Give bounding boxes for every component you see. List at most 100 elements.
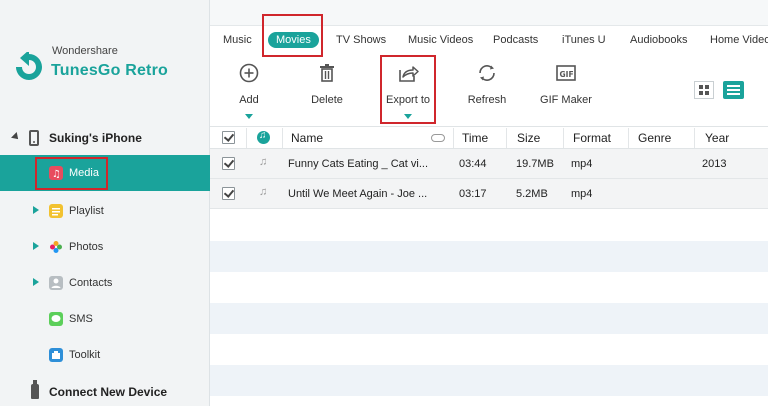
empty-row	[210, 210, 768, 241]
sidebar-item-label: SMS	[69, 313, 93, 325]
empty-row	[210, 365, 768, 396]
device-name: Suking's iPhone	[49, 131, 142, 145]
refresh-icon	[479, 65, 495, 81]
add-icon	[239, 63, 259, 83]
row-checkbox[interactable]	[222, 157, 235, 170]
sidebar-item-label: Photos	[69, 241, 104, 253]
photos-icon	[49, 240, 63, 254]
gif-icon: GIF	[556, 65, 576, 81]
column-separator	[506, 128, 507, 148]
sidebar-item-contacts[interactable]: Contacts	[0, 265, 210, 301]
column-genre[interactable]: Genre	[638, 131, 671, 145]
column-time[interactable]: Time	[462, 131, 488, 145]
grid-view-icon	[699, 85, 703, 89]
music-note-icon: ♫	[259, 156, 268, 168]
grid-view-icon	[705, 91, 709, 95]
expand-arrow-icon[interactable]	[33, 278, 39, 286]
sidebar-item-label: Toolkit	[69, 349, 101, 361]
delete-label: Delete	[311, 94, 343, 106]
column-format[interactable]: Format	[573, 131, 611, 145]
column-year[interactable]: Year	[705, 131, 729, 145]
export-highlight-box	[380, 55, 436, 124]
row-checkbox[interactable]	[222, 187, 235, 200]
sidebar-item-toolkit[interactable]: Toolkit	[0, 337, 210, 373]
tab-itunes-u[interactable]: iTunes U	[562, 34, 606, 46]
select-all-checkbox[interactable]	[222, 131, 235, 144]
cell-time: 03:44	[459, 158, 487, 170]
table-row[interactable]: ♫ Funny Cats Eating _ Cat vi... 03:44 19…	[210, 149, 768, 179]
column-size[interactable]: Size	[517, 131, 540, 145]
contacts-icon	[49, 276, 63, 290]
usb-icon	[31, 380, 39, 399]
expand-arrow-icon[interactable]	[33, 206, 39, 214]
empty-row	[210, 303, 768, 334]
tab-home-videos[interactable]: Home Videos	[710, 34, 768, 46]
music-type-icon	[257, 130, 270, 144]
column-name[interactable]: Name	[291, 131, 323, 145]
expand-arrow-icon[interactable]	[11, 132, 21, 142]
empty-row	[210, 396, 768, 406]
sidebar-item-label: Playlist	[69, 205, 104, 217]
grid-view-icon	[699, 91, 703, 95]
sidebar-item-label: Contacts	[69, 277, 113, 289]
tab-audiobooks[interactable]: Audiobooks	[630, 34, 688, 46]
tab-music[interactable]: Music	[223, 34, 252, 46]
device-node[interactable]: Suking's iPhone	[0, 125, 210, 151]
connect-label: Connect New Device	[49, 385, 168, 399]
list-view-icon	[727, 89, 740, 91]
empty-row	[210, 272, 768, 303]
empty-row	[210, 334, 768, 365]
tunesgo-logo-icon	[16, 52, 42, 80]
sidebar-item-playlist[interactable]: Playlist	[0, 193, 210, 229]
connect-new-device[interactable]: Connect New Device	[0, 379, 210, 405]
add-label: Add	[239, 94, 259, 106]
cell-name: Funny Cats Eating _ Cat vi...	[288, 158, 429, 170]
music-note-icon: ♫	[259, 186, 268, 198]
brand-name: Wondershare	[52, 45, 118, 57]
column-separator	[246, 128, 247, 148]
column-separator	[282, 128, 283, 148]
tab-tv-shows[interactable]: TV Shows	[336, 34, 386, 46]
grid-view-icon	[705, 85, 709, 89]
column-separator	[453, 128, 454, 148]
movies-highlight-box	[262, 14, 323, 57]
toolbar: Add Delete Export to Refresh GIF GIF Mak…	[210, 55, 768, 124]
table-header: Name Time Size Format Genre Year	[210, 126, 768, 149]
cell-size: 19.7MB	[516, 158, 554, 170]
list-view-icon	[727, 85, 740, 87]
gif-maker-label: GIF Maker	[540, 94, 592, 106]
cell-format: mp4	[571, 158, 593, 170]
delete-button[interactable]: Delete	[302, 55, 352, 121]
gif-maker-button[interactable]: GIF GIF Maker	[536, 55, 596, 121]
grid-view-button[interactable]	[694, 81, 714, 99]
trash-icon	[320, 64, 334, 82]
tab-podcasts[interactable]: Podcasts	[493, 34, 538, 46]
cell-size: 5.2MB	[516, 188, 548, 200]
empty-row	[210, 241, 768, 272]
add-button[interactable]: Add	[224, 55, 274, 121]
app-logo: Wondershare TunesGo Retro	[14, 44, 204, 84]
list-view-icon	[727, 93, 740, 95]
cell-format: mp4	[571, 188, 593, 200]
column-separator	[628, 128, 629, 148]
add-dropdown-arrow-icon[interactable]	[245, 114, 253, 119]
cell-time: 03:17	[459, 188, 487, 200]
sidebar: Wondershare TunesGo Retro Suking's iPhon…	[0, 0, 210, 406]
refresh-label: Refresh	[467, 94, 507, 106]
tab-music-videos[interactable]: Music Videos	[408, 34, 473, 46]
expand-arrow-icon[interactable]	[33, 242, 39, 250]
sidebar-item-media[interactable]: ♫ Media	[0, 155, 210, 191]
toolkit-icon	[49, 348, 63, 362]
cell-year: 2013	[702, 158, 727, 170]
sms-icon	[49, 312, 63, 326]
svg-text:GIF: GIF	[560, 70, 574, 79]
refresh-button[interactable]: Refresh	[462, 55, 512, 121]
playlist-icon	[49, 204, 63, 218]
list-view-button[interactable]	[723, 81, 744, 99]
product-name: TunesGo Retro	[51, 62, 168, 79]
table-row[interactable]: ♫ Until We Meet Again - Joe ... 03:17 5.…	[210, 179, 768, 209]
sidebar-item-sms[interactable]: SMS	[0, 301, 210, 337]
cell-name: Until We Meet Again - Joe ...	[288, 188, 428, 200]
media-highlight-box	[35, 157, 108, 190]
sidebar-item-photos[interactable]: Photos	[0, 229, 210, 265]
